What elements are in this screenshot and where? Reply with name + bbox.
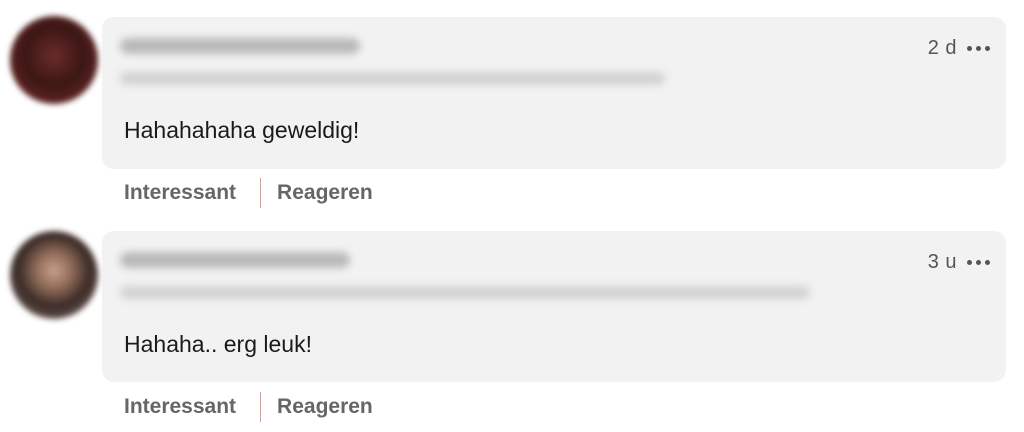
action-divider — [260, 178, 262, 208]
comment-text: Hahahahaha geweldig! — [124, 117, 360, 143]
comment: 3 u Hahaha.. erg leuk! Interessant Reage… — [0, 214, 1024, 428]
blurred-author-name[interactable] — [120, 252, 350, 268]
reply-button[interactable]: Reageren — [277, 395, 373, 419]
comment: 2 d Hahahahaha geweldig! Interessant Rea… — [0, 0, 1024, 214]
comment-actions: Interessant Reageren — [124, 392, 373, 422]
action-divider — [260, 392, 262, 422]
more-horizontal-icon[interactable] — [967, 44, 990, 53]
more-dot — [985, 46, 990, 51]
blurred-author-headline — [120, 286, 810, 299]
comment-actions: Interessant Reageren — [124, 178, 373, 208]
avatar[interactable] — [10, 231, 98, 319]
comment-meta: 2 d — [928, 37, 990, 60]
blurred-author-headline — [120, 72, 665, 85]
more-horizontal-icon[interactable] — [967, 258, 990, 267]
avatar[interactable] — [10, 16, 98, 104]
react-button[interactable]: Interessant — [124, 181, 236, 205]
comment-bubble: 2 d Hahahahaha geweldig! — [102, 17, 1006, 169]
more-dot — [976, 260, 981, 265]
timestamp: 3 u — [927, 251, 957, 273]
reply-button[interactable]: Reageren — [277, 181, 373, 205]
comment-meta: 3 u — [928, 251, 990, 274]
more-dot — [976, 46, 981, 51]
comments-feed: 2 d Hahahahaha geweldig! Interessant Rea… — [0, 0, 1024, 432]
comment-bubble: 3 u Hahaha.. erg leuk! — [102, 231, 1006, 382]
blurred-author-name[interactable] — [120, 38, 360, 54]
more-dot — [985, 260, 990, 265]
comment-text: Hahaha.. erg leuk! — [124, 331, 312, 357]
more-dot — [967, 260, 972, 265]
react-button[interactable]: Interessant — [124, 395, 236, 419]
timestamp: 2 d — [927, 37, 957, 59]
more-dot — [967, 46, 972, 51]
